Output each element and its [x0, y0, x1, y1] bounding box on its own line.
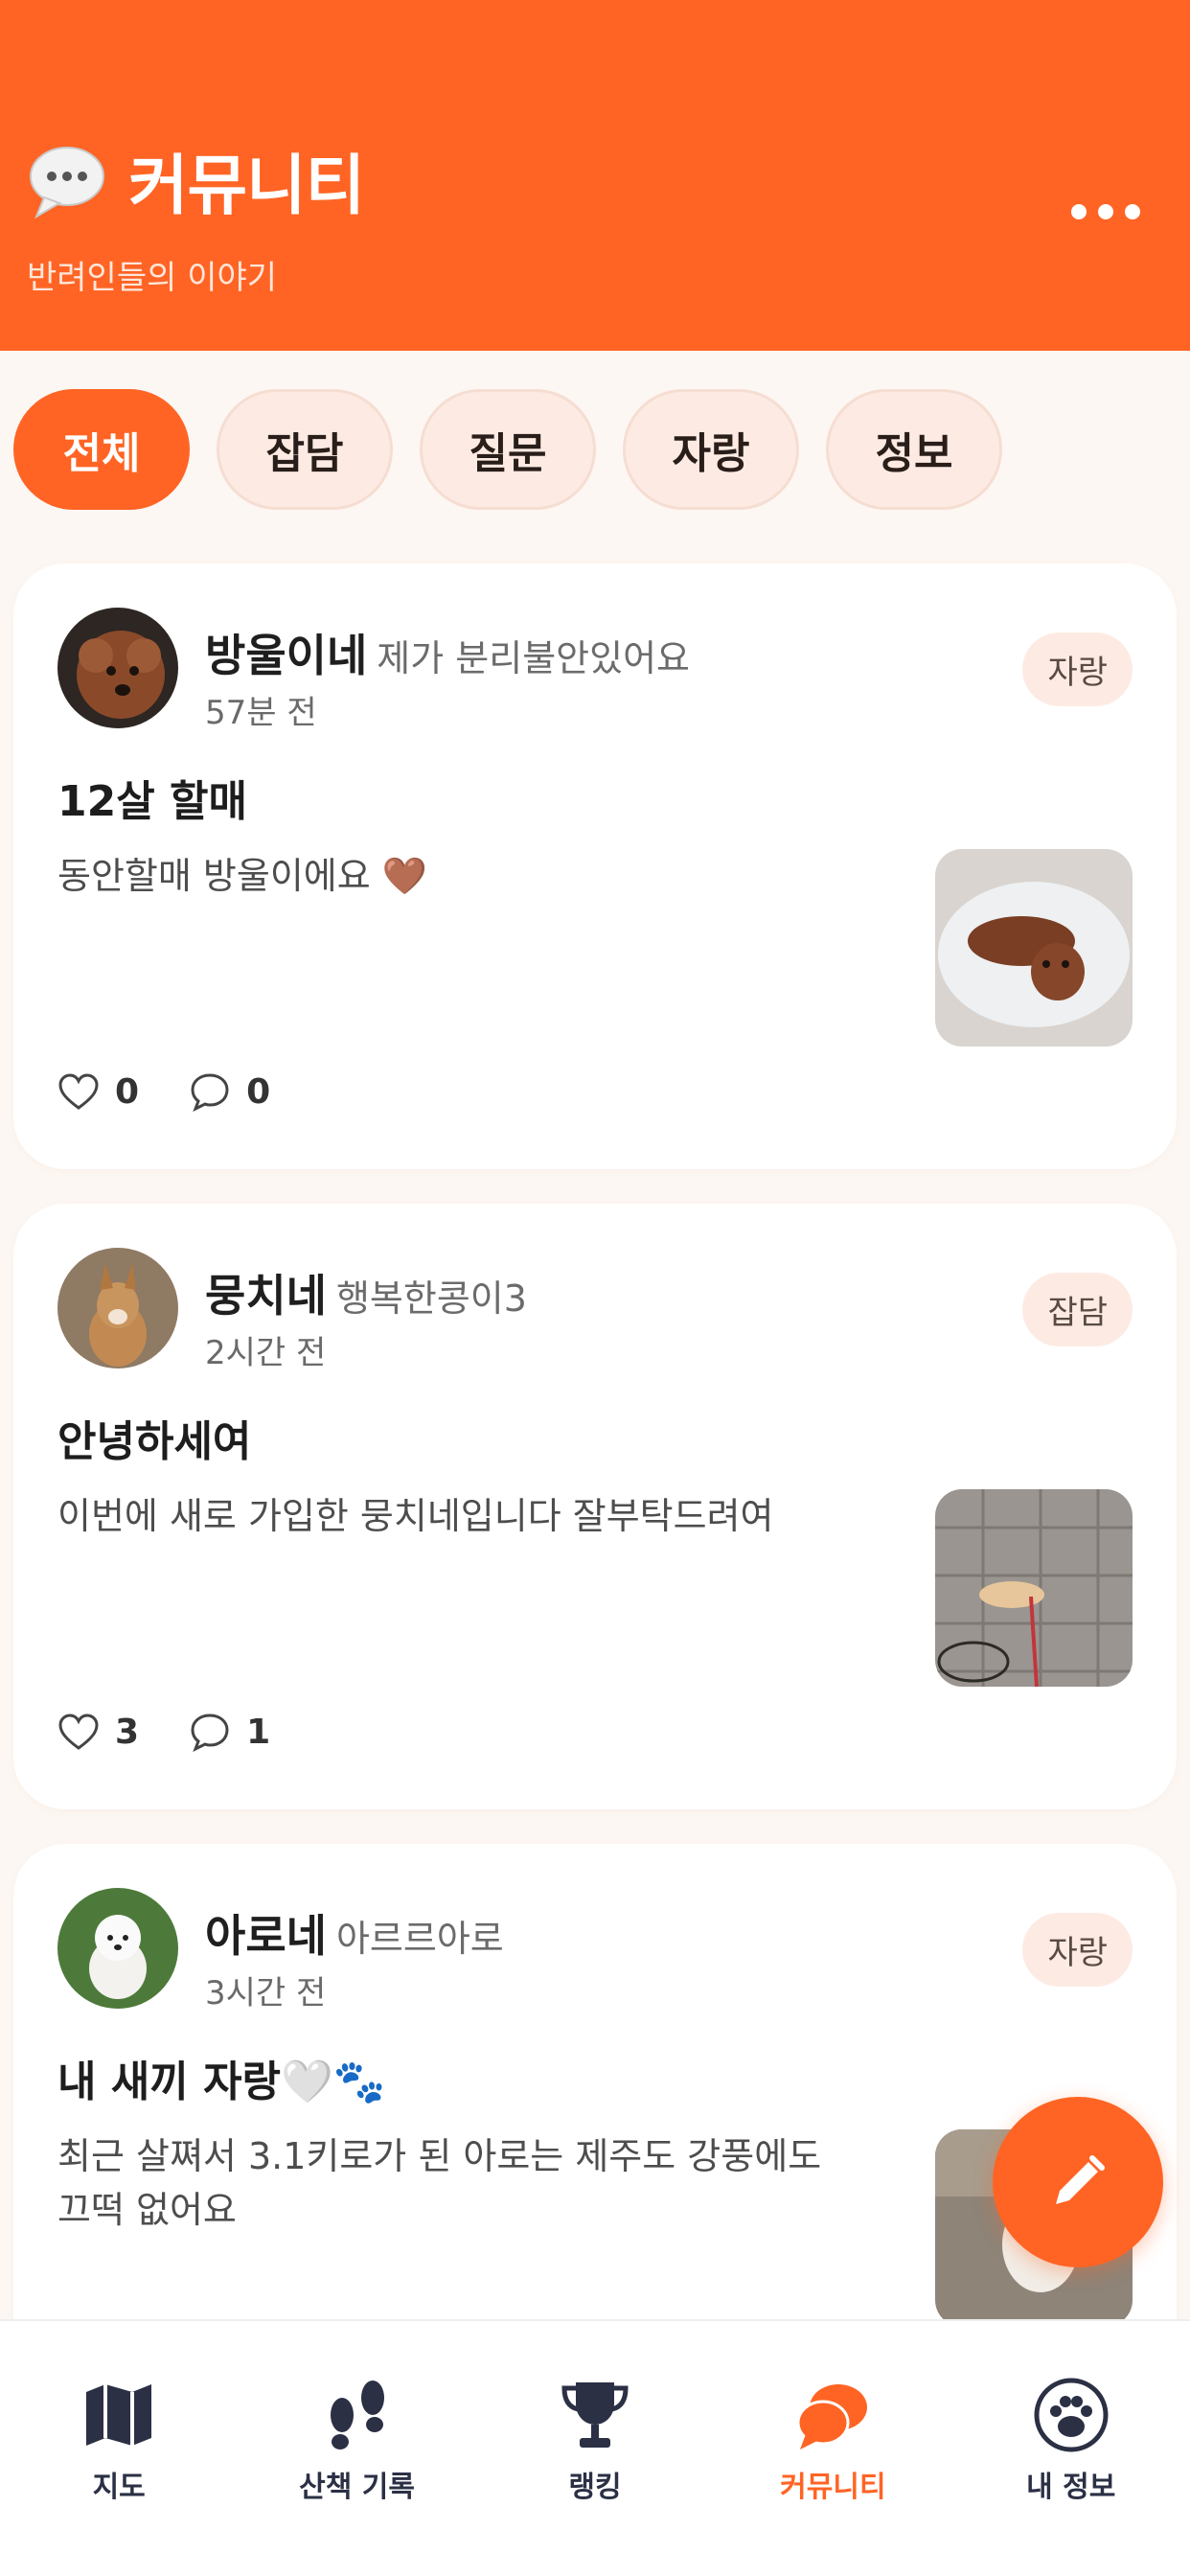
- pet-name: 제가 분리불안있어요: [377, 637, 691, 679]
- nav-item-community[interactable]: 커뮤니티: [714, 2321, 951, 2576]
- post-card[interactable]: 뭉치네 행복한콩이3 2시간 전 잡담 안녕하세여 이번에 새로 가입한 뭉치네입…: [13, 1204, 1177, 1809]
- page-subtitle: 반려인들의 이야기: [27, 259, 278, 297]
- more-dot-icon: [1125, 204, 1140, 219]
- post-title: 12살 할매: [57, 777, 247, 826]
- write-post-button[interactable]: [993, 2097, 1163, 2267]
- post-stats: 0 0: [57, 1071, 320, 1112]
- nav-item-my-info[interactable]: 내 정보: [952, 2321, 1190, 2576]
- community-screen: 커뮤니티 반려인들의 이야기 전체 잡담 질문 자랑 정보 방울이네 제가 분리…: [0, 0, 1190, 2576]
- comment-icon: [191, 1714, 229, 1752]
- header: 커뮤니티 반려인들의 이야기: [0, 0, 1190, 351]
- comment-count: 1: [246, 1712, 271, 1752]
- title-row: 커뮤니티: [27, 132, 365, 227]
- pencil-icon: [1056, 2155, 1105, 2204]
- author-name[interactable]: 방울이네 제가 분리불안있어요: [205, 621, 690, 684]
- map-icon: [86, 2384, 152, 2446]
- chat-icon: [796, 2384, 868, 2450]
- post-thumbnail[interactable]: [935, 1489, 1133, 1687]
- filter-chip-chat[interactable]: 잡담: [217, 389, 393, 510]
- heart-icon: [58, 1073, 99, 1110]
- category-badge: 자랑: [1022, 1913, 1133, 1987]
- nav-label: 지도: [92, 2471, 146, 2504]
- more-options-button[interactable]: [1071, 197, 1140, 226]
- post-stats: 3 1: [57, 1712, 320, 1752]
- filter-chip-info[interactable]: 정보: [826, 389, 1002, 510]
- nav-label: 커뮤니티: [780, 2471, 886, 2504]
- comment-count: 0: [246, 1071, 271, 1112]
- heart-icon: [58, 1714, 99, 1750]
- comment-button[interactable]: 1: [189, 1712, 270, 1752]
- nav-item-walk-log[interactable]: 산책 기록: [239, 2321, 476, 2576]
- trophy-icon: [561, 2382, 629, 2448]
- more-dot-icon: [1098, 204, 1113, 219]
- more-dot-icon: [1071, 204, 1087, 219]
- nav-label: 산책 기록: [299, 2471, 415, 2504]
- like-button[interactable]: 0: [57, 1072, 139, 1112]
- author-name[interactable]: 아로네 아르르아로: [205, 1901, 504, 1965]
- avatar[interactable]: [57, 1248, 178, 1368]
- footprints-icon: [330, 2380, 384, 2450]
- bottom-navigation: 지도 산책 기록 랭킹 커뮤니티 내 정보: [0, 2319, 1190, 2576]
- post-thumbnail[interactable]: [935, 849, 1133, 1046]
- filter-chip-brag[interactable]: 자랑: [623, 389, 799, 510]
- post-title: 내 새끼 자랑🤍🐾: [57, 2058, 386, 2106]
- like-count: 0: [115, 1071, 140, 1112]
- avatar[interactable]: [57, 608, 178, 728]
- paw-icon: [1034, 2378, 1109, 2452]
- speech-bubble-icon: [30, 146, 104, 218]
- post-title: 안녕하세여: [57, 1417, 252, 1466]
- comment-icon: [191, 1073, 229, 1112]
- post-time: 2시간 전: [205, 1334, 327, 1372]
- nav-item-map[interactable]: 지도: [0, 2321, 238, 2576]
- nav-item-ranking[interactable]: 랭킹: [476, 2321, 714, 2576]
- pet-name: 행복한콩이3: [335, 1277, 527, 1320]
- pet-name: 아르르아로: [335, 1918, 504, 1960]
- post-card[interactable]: 방울이네 제가 분리불안있어요 57분 전 자랑 12살 할매 동안할매 방울이에…: [13, 564, 1177, 1169]
- category-badge: 자랑: [1022, 632, 1133, 706]
- post-time: 57분 전: [205, 694, 317, 732]
- post-body: 이번에 새로 가입한 뭉치네입니다 잘부탁드려여: [57, 1495, 774, 1537]
- post-body: 동안할매 방울이에요 🤎: [57, 855, 428, 897]
- category-badge: 잡담: [1022, 1273, 1133, 1346]
- filter-chip-all[interactable]: 전체: [13, 389, 190, 510]
- author-name[interactable]: 뭉치네 행복한콩이3: [205, 1261, 527, 1324]
- nav-label: 랭킹: [568, 2471, 622, 2504]
- nav-label: 내 정보: [1026, 2471, 1116, 2504]
- like-button[interactable]: 3: [57, 1713, 139, 1752]
- comment-button[interactable]: 0: [189, 1071, 270, 1112]
- category-filter-bar: 전체 잡담 질문 자랑 정보: [13, 389, 1029, 510]
- avatar[interactable]: [57, 1888, 178, 2009]
- page-title: 커뮤니티: [128, 149, 365, 224]
- post-time: 3시간 전: [205, 1974, 327, 2012]
- post-body: 최근 살쪄서 3.1키로가 된 아로는 제주도 강풍에도 끄떡 없어요: [57, 2135, 822, 2231]
- like-count: 3: [115, 1712, 140, 1752]
- filter-chip-question[interactable]: 질문: [420, 389, 596, 510]
